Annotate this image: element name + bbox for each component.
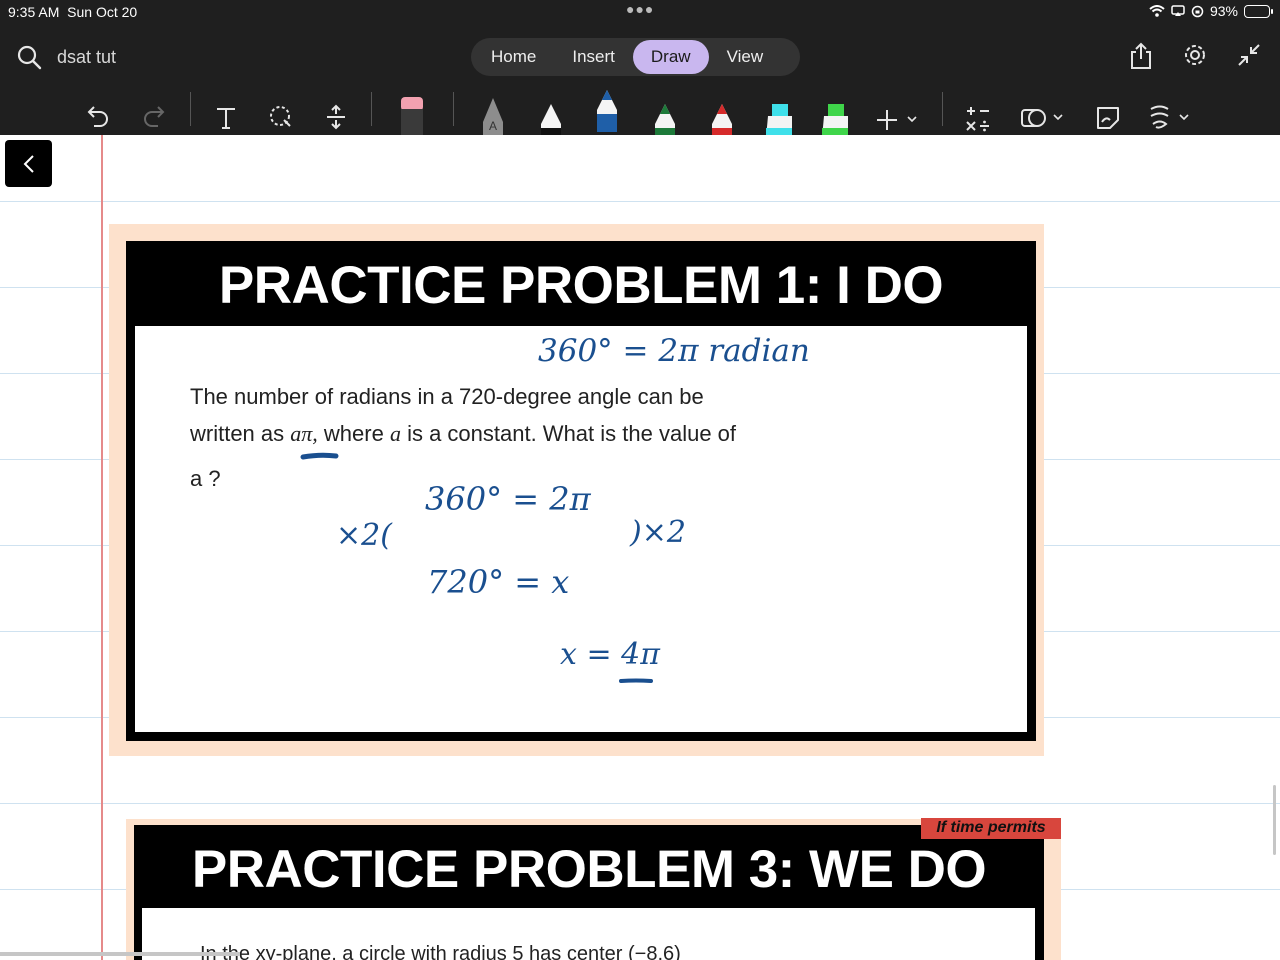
undo-icon[interactable] <box>86 94 112 138</box>
ruled-line <box>0 201 1280 202</box>
tab-draw[interactable]: Draw <box>632 40 709 74</box>
lasso-select-icon[interactable] <box>268 95 294 139</box>
toolbar-divider <box>190 92 191 126</box>
ink-equation-line-2[interactable]: 720° = x <box>427 563 569 601</box>
draw-toolbar: A <box>0 88 1280 138</box>
redo-icon[interactable] <box>140 94 166 138</box>
app-toolbar: 9:35 AM Sun Oct 20 ●●● 93% dsat tut Home… <box>0 0 1280 138</box>
slide-title: PRACTICE PROBLEM 1: I DO <box>218 256 944 315</box>
search-icon[interactable] <box>16 44 42 70</box>
sidebar-toggle-button[interactable] <box>5 140 52 187</box>
screen-mirror-icon <box>1171 5 1185 16</box>
status-bar: 9:35 AM Sun Oct 20 ●●● 93% <box>0 0 1280 24</box>
tab-view[interactable]: View <box>709 40 782 74</box>
ink-note-conversion[interactable]: 360° = 2π radian <box>538 333 810 369</box>
multitasking-dots-icon[interactable]: ●●● <box>626 1 654 17</box>
share-icon[interactable] <box>1128 42 1154 70</box>
text-tool-icon[interactable] <box>215 96 237 140</box>
pencil-tool-icon[interactable]: A <box>479 94 507 138</box>
toolbar-divider <box>371 92 372 126</box>
time-permits-badge: If time permits <box>921 818 1061 839</box>
eraser-tool-icon[interactable] <box>399 92 425 136</box>
margin-line <box>101 135 103 960</box>
ruled-line <box>0 803 1280 804</box>
ink-multiply-left[interactable]: ×2( <box>336 518 392 553</box>
ink-replay-icon[interactable] <box>1148 96 1196 140</box>
ink-multiply-right[interactable]: )×2 <box>630 515 686 550</box>
horizontal-scrollbar[interactable] <box>0 952 240 956</box>
orientation-lock-icon <box>1191 5 1204 17</box>
slide-title: PRACTICE PROBLEM 3: WE DO <box>191 840 987 899</box>
collapse-arrows-icon[interactable] <box>1236 42 1262 68</box>
ink-underline <box>619 678 653 683</box>
svg-text:A: A <box>489 119 497 133</box>
ink-equation-line-1[interactable]: 360° = 2π <box>425 480 591 518</box>
status-time: 9:35 AM Sun Oct 20 <box>8 4 138 20</box>
wifi-icon <box>1149 5 1165 17</box>
tab-home[interactable]: Home <box>473 40 554 74</box>
chevron-left-icon <box>23 154 34 173</box>
shapes-icon[interactable] <box>1020 96 1068 140</box>
note-canvas[interactable]: PRACTICE PROBLEM 1: I DO The number of r… <box>0 135 1280 960</box>
blue-pen-tool-icon[interactable] <box>593 88 621 132</box>
notebook-title[interactable]: dsat tut <box>57 47 116 68</box>
ink-to-math-icon[interactable] <box>964 96 992 140</box>
vertical-scrollbar[interactable] <box>1273 785 1276 855</box>
toolbar-divider <box>942 92 943 126</box>
ink-answer[interactable]: x = 4π <box>560 637 660 672</box>
battery-icon <box>1244 4 1273 18</box>
ink-to-shape-icon[interactable] <box>1094 96 1122 140</box>
battery-percent: 93% <box>1209 3 1238 19</box>
ribbon-tabs: Home Insert Draw View <box>471 38 800 76</box>
toolbar-divider <box>453 92 454 126</box>
problem-text: In the xy-plane, a circle with radius 5 … <box>200 943 681 960</box>
settings-gear-icon[interactable] <box>1182 42 1208 68</box>
add-space-icon[interactable] <box>324 95 348 139</box>
ink-underline <box>300 452 339 460</box>
tab-insert[interactable]: Insert <box>554 40 633 74</box>
